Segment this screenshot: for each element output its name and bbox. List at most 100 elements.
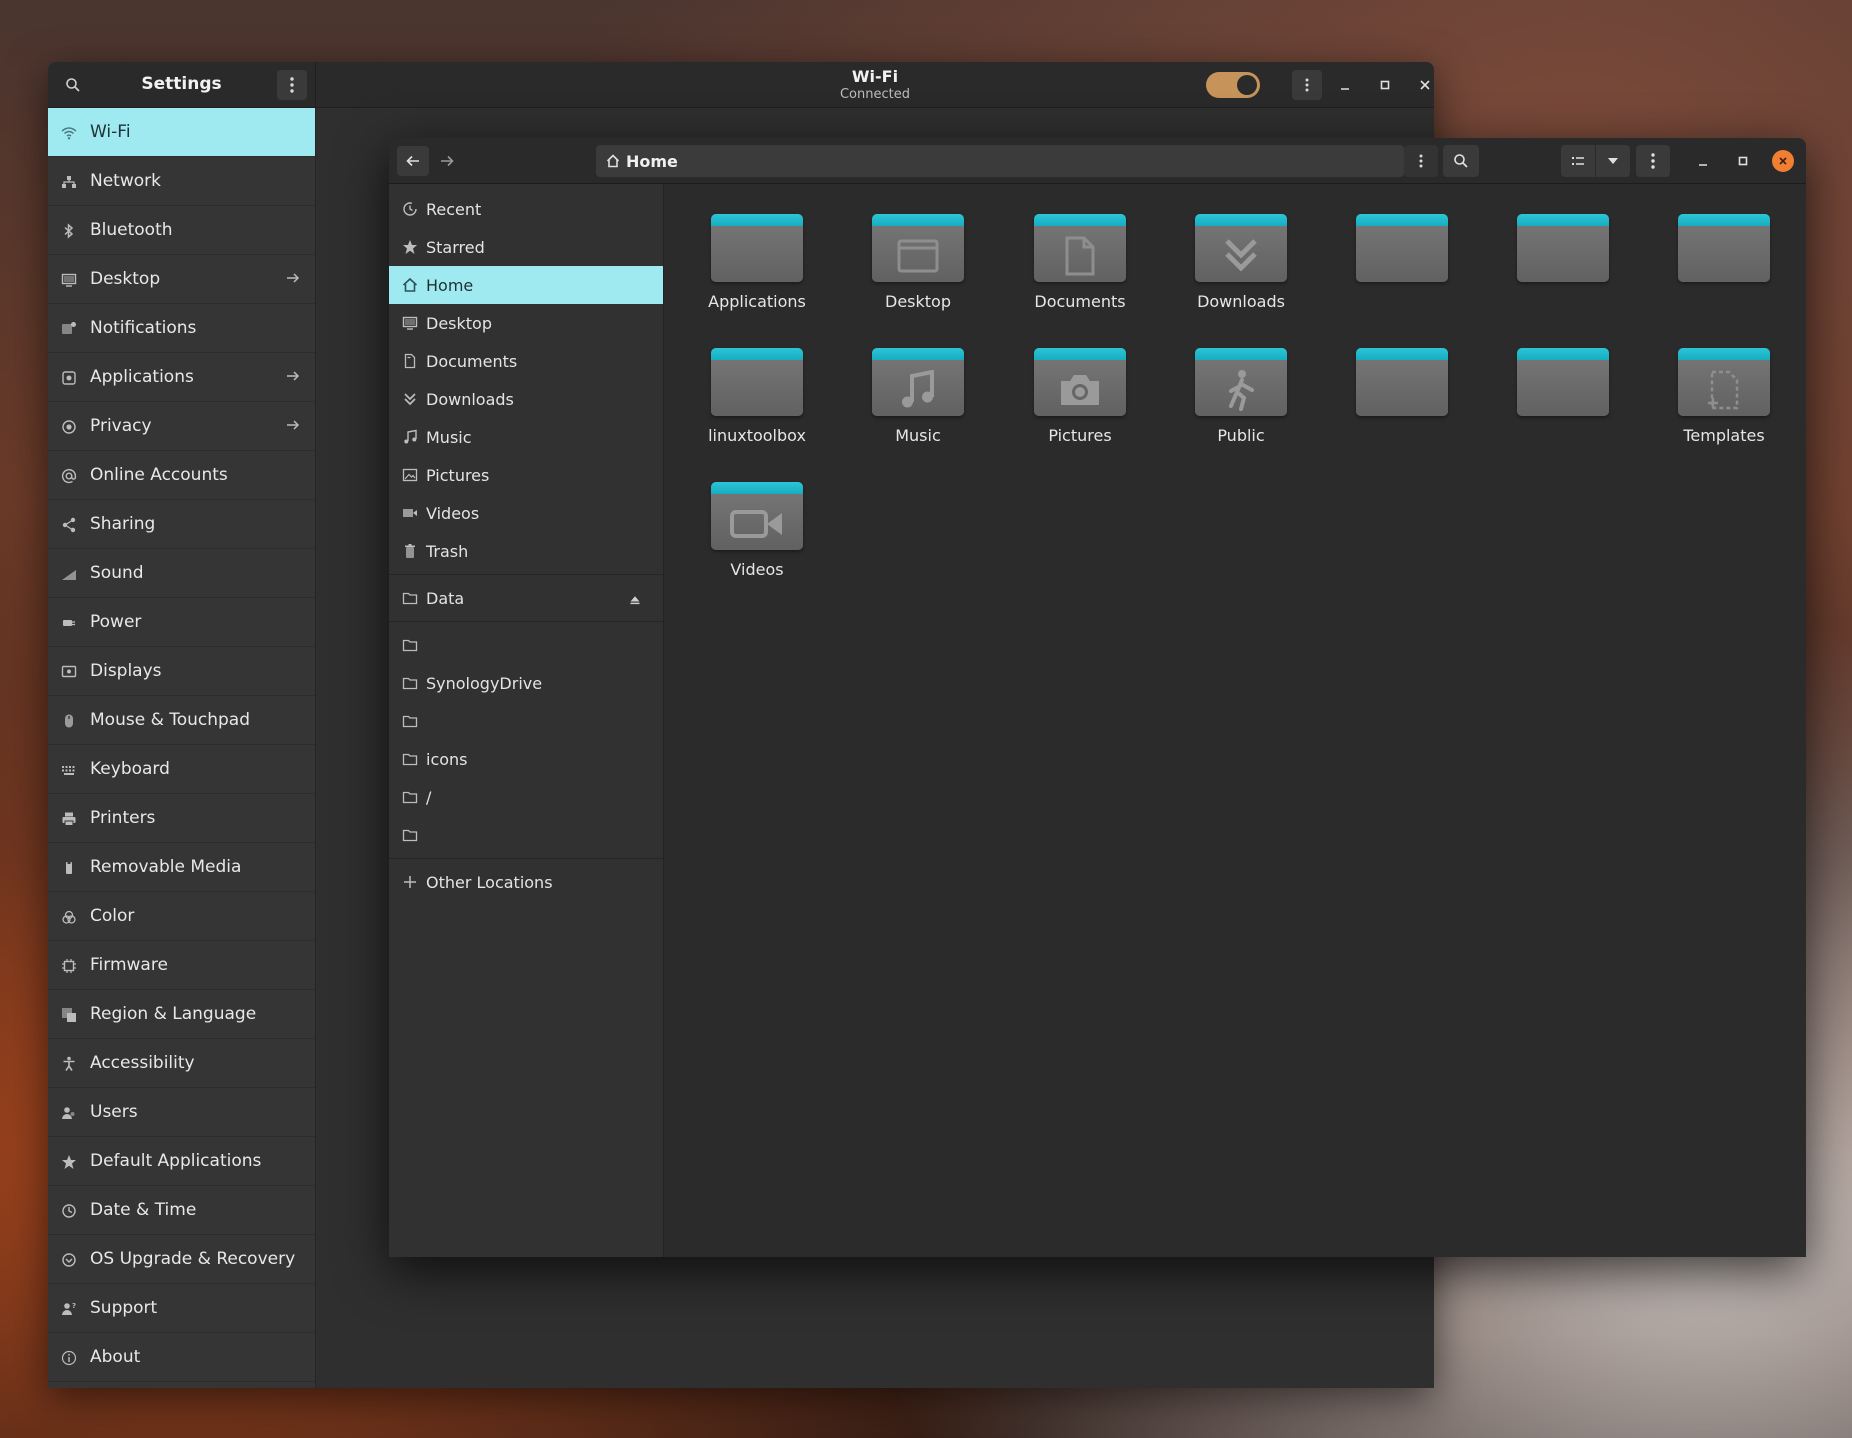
notifications-icon bbox=[61, 321, 77, 337]
video-icon bbox=[402, 506, 418, 520]
files-sidebar-item[interactable]: Recent bbox=[389, 190, 663, 228]
settings-sidebar-item[interactable]: Bluetooth bbox=[48, 206, 315, 255]
settings-sidebar-item[interactable]: Power bbox=[48, 598, 315, 647]
settings-sidebar-item[interactable]: Users bbox=[48, 1088, 315, 1137]
settings-sidebar-item[interactable]: Region & Language bbox=[48, 990, 315, 1039]
folder-item[interactable] bbox=[1337, 326, 1467, 456]
settings-sidebar-item[interactable]: Desktop bbox=[48, 255, 315, 304]
files-minimize-button[interactable] bbox=[1692, 150, 1714, 172]
forward-button[interactable] bbox=[431, 146, 463, 176]
folder-icon bbox=[872, 348, 964, 416]
settings-sidebar-item[interactable]: ? Support bbox=[48, 1284, 315, 1333]
settings-sidebar-label: Users bbox=[90, 1102, 138, 1122]
settings-sidebar-item[interactable]: Online Accounts bbox=[48, 451, 315, 500]
settings-search-button[interactable] bbox=[58, 70, 88, 100]
files-sidebar-item[interactable]: Home bbox=[389, 266, 663, 304]
eject-icon[interactable] bbox=[629, 591, 641, 610]
settings-sidebar-item[interactable]: Applications bbox=[48, 353, 315, 402]
files-sidebar-item[interactable] bbox=[389, 702, 663, 740]
path-menu-button[interactable] bbox=[1404, 145, 1438, 177]
files-sidebar-item[interactable]: Videos bbox=[389, 494, 663, 532]
sidebar-separator bbox=[389, 858, 663, 859]
files-sidebar-item[interactable]: / bbox=[389, 778, 663, 816]
folder-item[interactable]: Music bbox=[853, 326, 983, 456]
settings-sidebar-item[interactable]: Sound bbox=[48, 549, 315, 598]
settings-sidebar-item[interactable]: Keyboard bbox=[48, 745, 315, 794]
settings-sidebar-item[interactable]: Accessibility bbox=[48, 1039, 315, 1088]
files-close-button[interactable] bbox=[1772, 150, 1794, 172]
settings-minimize-button[interactable] bbox=[1334, 74, 1356, 96]
folder-icon bbox=[711, 482, 803, 550]
settings-sidebar-label: Desktop bbox=[90, 269, 161, 289]
files-sidebar-item[interactable] bbox=[389, 626, 663, 664]
settings-sidebar-item[interactable]: OS Upgrade & Recovery bbox=[48, 1235, 315, 1284]
files-sidebar-item[interactable]: Documents bbox=[389, 342, 663, 380]
files-maximize-button[interactable] bbox=[1732, 150, 1754, 172]
settings-sidebar-item[interactable]: Firmware bbox=[48, 941, 315, 990]
folder-icon bbox=[1356, 214, 1448, 282]
folder-item[interactable]: Applications bbox=[692, 192, 822, 322]
at-icon bbox=[61, 468, 77, 484]
files-sidebar-item[interactable]: Desktop bbox=[389, 304, 663, 342]
settings-sidebar-item[interactable]: Wi-Fi bbox=[48, 108, 315, 157]
download-emblem-icon bbox=[1195, 234, 1287, 278]
settings-sidebar-item[interactable]: Sharing bbox=[48, 500, 315, 549]
settings-sidebar-item[interactable]: Displays bbox=[48, 647, 315, 696]
folder-item[interactable] bbox=[1659, 192, 1789, 322]
files-sidebar-item[interactable]: Trash bbox=[389, 532, 663, 570]
files-sidebar-item[interactable]: Downloads bbox=[389, 380, 663, 418]
folder-item[interactable]: Desktop bbox=[853, 192, 983, 322]
settings-sidebar-item[interactable]: Color bbox=[48, 892, 315, 941]
files-sidebar-item[interactable] bbox=[389, 816, 663, 854]
files-sidebar-item[interactable]: Pictures bbox=[389, 456, 663, 494]
settings-sidebar-item[interactable]: Printers bbox=[48, 794, 315, 843]
files-menu-button[interactable] bbox=[1636, 145, 1670, 177]
panel-title: Wi-Fi bbox=[851, 67, 899, 86]
desktop-icon bbox=[402, 316, 418, 330]
files-sidebar-label: Data bbox=[426, 588, 465, 608]
files-sidebar-item[interactable]: icons bbox=[389, 740, 663, 778]
settings-sidebar-item[interactable]: Removable Media bbox=[48, 843, 315, 892]
back-button[interactable] bbox=[397, 146, 429, 176]
folder-item[interactable]: Templates bbox=[1659, 326, 1789, 456]
files-sidebar-item[interactable]: Music bbox=[389, 418, 663, 456]
folder-item[interactable] bbox=[1498, 192, 1628, 322]
arrow-right-icon bbox=[285, 417, 301, 438]
folder-item[interactable]: Videos bbox=[692, 460, 822, 590]
settings-sidebar-item[interactable]: Mouse & Touchpad bbox=[48, 696, 315, 745]
arrow-left-icon bbox=[406, 155, 420, 167]
files-sidebar-label: SynologyDrive bbox=[426, 673, 543, 693]
files-search-button[interactable] bbox=[1443, 145, 1479, 177]
settings-close-button[interactable] bbox=[1414, 74, 1434, 96]
folder-icon bbox=[1517, 348, 1609, 416]
folder-item[interactable] bbox=[1498, 326, 1628, 456]
wifi-toggle[interactable] bbox=[1206, 72, 1260, 98]
folder-body bbox=[711, 360, 803, 416]
other-locations-item[interactable]: Other Locations bbox=[389, 863, 663, 901]
path-bar[interactable]: Home bbox=[596, 145, 1404, 177]
settings-sidebar-item[interactable]: Date & Time bbox=[48, 1186, 315, 1235]
settings-sidebar-item[interactable]: Notifications bbox=[48, 304, 315, 353]
view-options-dropdown[interactable] bbox=[1596, 145, 1630, 177]
settings-maximize-button[interactable] bbox=[1374, 74, 1396, 96]
list-view-icon bbox=[1571, 155, 1585, 167]
folder-item[interactable]: linuxtoolbox bbox=[692, 326, 822, 456]
wifi-menu-button[interactable] bbox=[1292, 70, 1322, 100]
settings-menu-button[interactable] bbox=[277, 70, 307, 100]
settings-sidebar-item[interactable]: Privacy bbox=[48, 402, 315, 451]
folder-item[interactable]: Pictures bbox=[1015, 326, 1145, 456]
upgrade-icon bbox=[61, 1252, 77, 1268]
folder-item[interactable]: Public bbox=[1176, 326, 1306, 456]
files-sidebar-item[interactable]: SynologyDrive bbox=[389, 664, 663, 702]
view-list-button[interactable] bbox=[1561, 145, 1595, 177]
folder-body bbox=[1678, 226, 1770, 282]
files-sidebar-item[interactable]: Data bbox=[389, 579, 663, 617]
star-icon bbox=[402, 240, 418, 254]
settings-sidebar-item[interactable]: About bbox=[48, 1333, 315, 1382]
settings-sidebar-item[interactable]: Network bbox=[48, 157, 315, 206]
files-sidebar-item[interactable]: Starred bbox=[389, 228, 663, 266]
folder-item[interactable] bbox=[1337, 192, 1467, 322]
folder-item[interactable]: Downloads bbox=[1176, 192, 1306, 322]
settings-sidebar-item[interactable]: Default Applications bbox=[48, 1137, 315, 1186]
folder-item[interactable]: Documents bbox=[1015, 192, 1145, 322]
